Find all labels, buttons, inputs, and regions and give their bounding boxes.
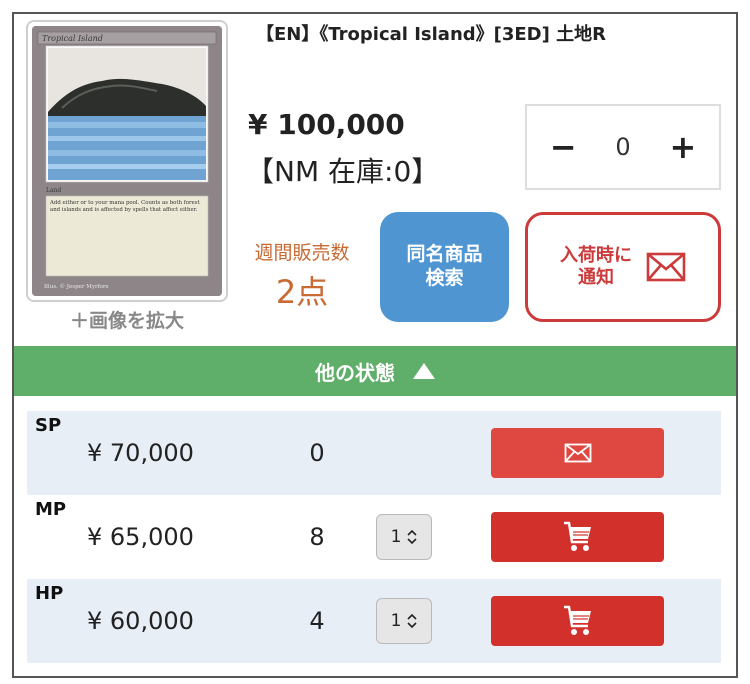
condition-label: SP	[35, 415, 62, 436]
condition-stock: 4	[309, 607, 325, 635]
weekly-sales: 週間販売数 2点	[240, 238, 364, 313]
mail-icon	[564, 443, 591, 463]
mail-icon	[646, 252, 686, 282]
condition-price: ¥ 70,000	[87, 439, 194, 467]
notify-label-line2: 通知	[578, 267, 614, 288]
product-title: 【EN】《Tropical Island》[3ED] 土地R	[256, 24, 606, 45]
enlarge-image-link[interactable]: ＋画像を拡大	[26, 306, 228, 333]
quantity-minus-button[interactable]: −	[543, 128, 583, 166]
notify-label-line1: 入荷時に	[560, 244, 632, 266]
same-name-search-label: 同名商品 検索	[406, 243, 483, 289]
condition-stock: 8	[309, 523, 325, 551]
updown-chevron-icon	[407, 614, 417, 628]
updown-chevron-icon	[407, 530, 417, 544]
other-conditions-toggle[interactable]: 他の状態	[14, 346, 736, 396]
add-to-cart-button-mp[interactable]	[491, 512, 664, 562]
other-conditions-label: 他の状態	[315, 360, 395, 385]
same-name-search-button[interactable]: 同名商品 検索	[380, 212, 509, 322]
quantity-select-value: 1	[390, 611, 402, 631]
card-artist-text: Illus. © Jesper Myrfors	[44, 283, 109, 290]
notify-restock-button[interactable]: 入荷時に 通知	[525, 212, 721, 322]
card-rules-text: Add either or to your mana pool. Counts …	[50, 200, 200, 213]
product-price: ¥ 100,000	[248, 108, 405, 141]
product-stock: 【NM 在庫:0】	[246, 155, 440, 188]
condition-label: MP	[35, 499, 67, 520]
condition-row-hp: HP ¥ 60,000 4 1	[27, 579, 721, 663]
notify-button-sp[interactable]	[491, 428, 664, 478]
quantity-select[interactable]: 1	[376, 598, 432, 644]
condition-label: HP	[35, 583, 64, 604]
condition-price: ¥ 60,000	[87, 607, 194, 635]
condition-price: ¥ 65,000	[87, 523, 194, 551]
card-type-line: Land	[46, 187, 61, 194]
card-name-text: Tropical Island	[42, 34, 103, 43]
cart-icon	[563, 605, 591, 635]
condition-row-sp: SP ¥ 70,000 0	[27, 411, 721, 495]
card-art: Tropical Island Land Add either or to yo…	[32, 26, 222, 296]
weekly-sales-label: 週間販売数	[254, 242, 350, 264]
quantity-value: 0	[615, 133, 631, 161]
quantity-select-value: 1	[390, 527, 402, 547]
card-image[interactable]: Tropical Island Land Add either or to yo…	[26, 20, 228, 302]
quantity-select[interactable]: 1	[376, 514, 432, 560]
condition-stock: 0	[309, 439, 325, 467]
cart-icon	[563, 521, 591, 551]
quantity-stepper: − 0 +	[525, 104, 721, 190]
quantity-plus-button[interactable]: +	[663, 128, 703, 166]
condition-row-mp: MP ¥ 65,000 8 1	[27, 495, 721, 579]
weekly-sales-count: 2点	[275, 273, 329, 311]
triangle-up-icon	[413, 363, 435, 379]
add-to-cart-button-hp[interactable]	[491, 596, 664, 646]
